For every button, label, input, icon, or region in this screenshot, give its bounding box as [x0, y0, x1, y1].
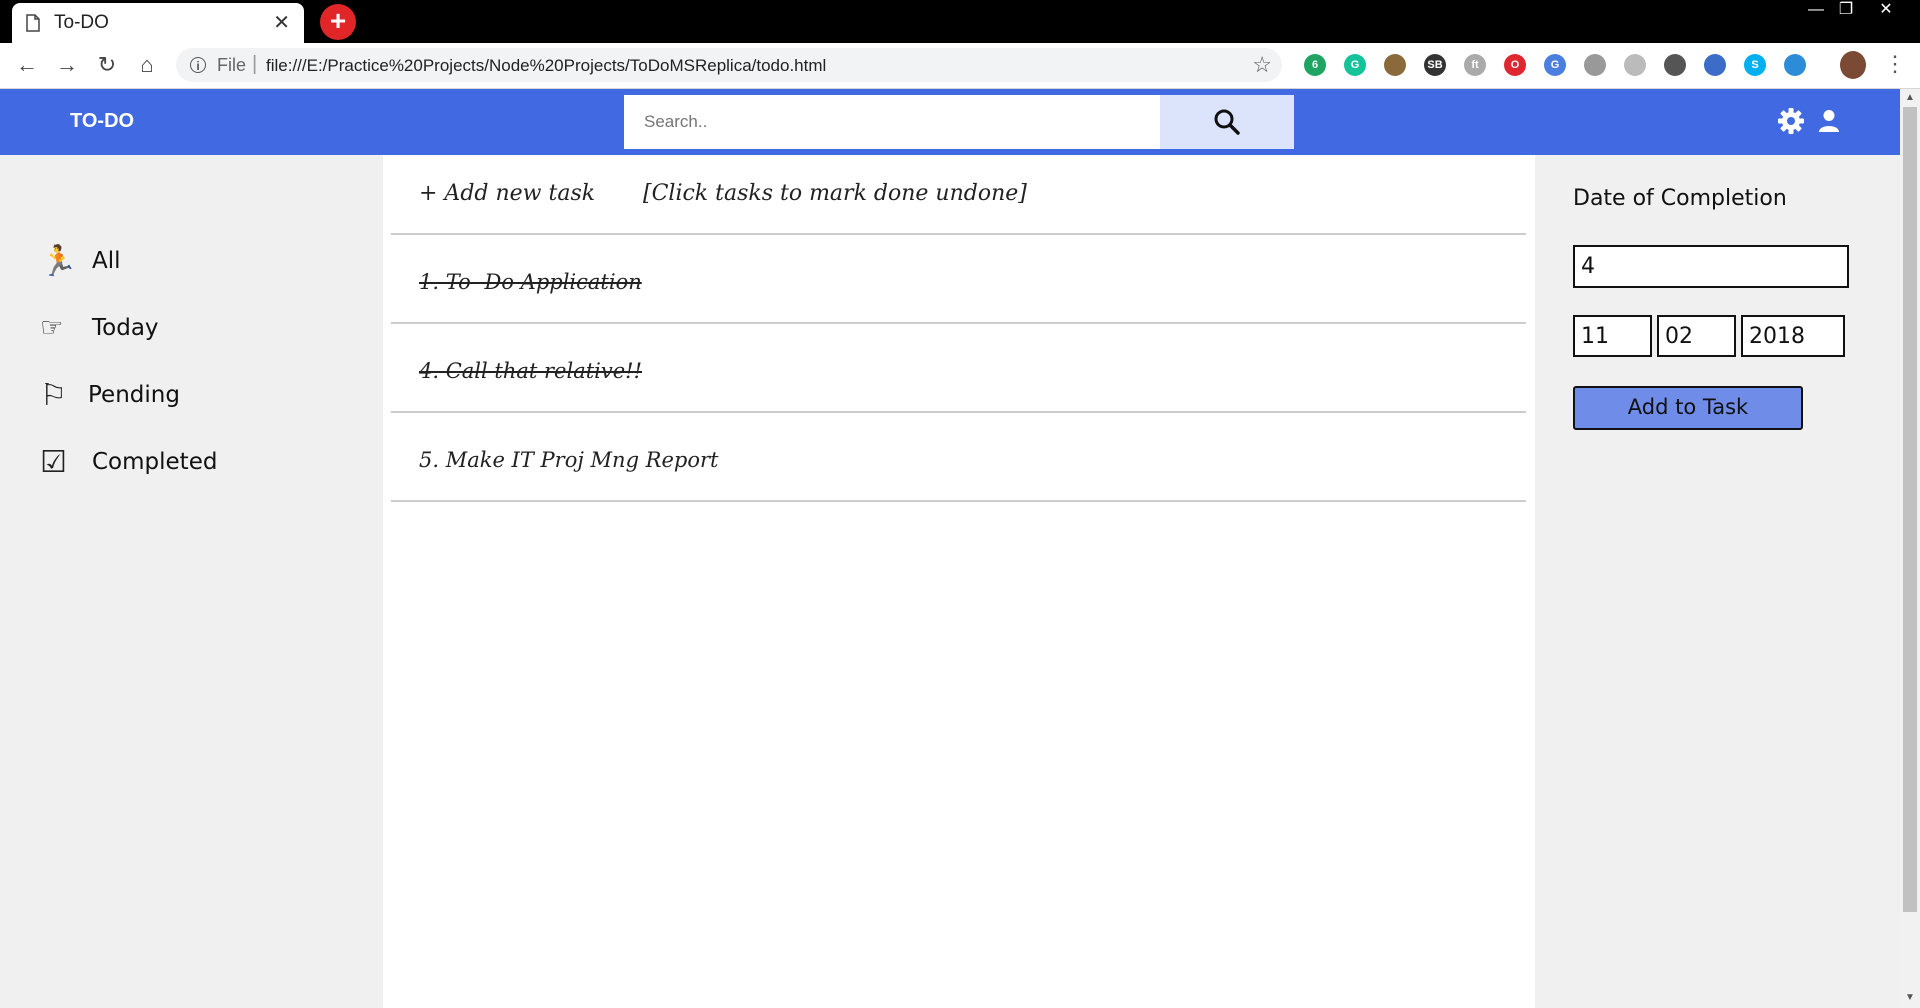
search-button[interactable] [1160, 95, 1294, 149]
task-text: 5. Make IT Proj Mng Report [419, 448, 719, 472]
scroll-up-icon[interactable]: ▲ [1905, 92, 1915, 103]
tab-close-icon[interactable]: ✕ [273, 10, 290, 35]
sidebar-item-all[interactable]: 🏃 All [40, 241, 121, 281]
page-scrollbar[interactable]: ▲ ▼ [1900, 89, 1920, 1008]
pointing-hand-icon: ☞ [40, 313, 64, 343]
browser-titlebar: To-DO ✕ + — ❐ ✕ [0, 0, 1920, 43]
sidebar-item-label: Completed [92, 449, 218, 475]
scroll-down-icon[interactable]: ▼ [1905, 992, 1915, 1003]
day-input[interactable] [1573, 315, 1652, 357]
add-to-task-button[interactable]: Add to Task [1573, 386, 1803, 430]
globe-extension-icon[interactable] [1784, 54, 1806, 76]
sidebar-item-label: All [92, 248, 121, 274]
month-input[interactable] [1657, 315, 1736, 357]
task-item[interactable]: 4. Call that relative!! [391, 324, 1526, 413]
sidebar-item-label: Pending [88, 382, 180, 408]
task-text: 1. To -Do Application [419, 270, 642, 294]
restore-button[interactable]: ❐ [1830, 0, 1862, 22]
checkbox-icon: ☑ [40, 444, 67, 480]
add-task-row: + Add new task [Click tasks to mark done… [391, 155, 1526, 235]
back-button[interactable]: ← [14, 52, 40, 78]
scroll-thumb[interactable] [1903, 107, 1917, 912]
browser-toolbar: ← → ↻ ⌂ i File | file:///E:/Practice%20P… [0, 43, 1920, 89]
task-text: 4. Call that relative!! [419, 359, 643, 383]
plant-extension-icon[interactable] [1384, 54, 1406, 76]
forward-button[interactable]: → [54, 52, 80, 78]
url-text[interactable]: file:///E:/Practice%20Projects/Node%20Pr… [266, 56, 826, 76]
search-icon [1214, 109, 1240, 135]
badge-extension-icon[interactable]: 6 [1304, 54, 1326, 76]
opera-icon[interactable]: O [1504, 54, 1526, 76]
page-icon [26, 14, 40, 32]
skype-icon[interactable]: S [1744, 54, 1766, 76]
sidebar-item-pending[interactable]: ⚐ Pending [40, 375, 180, 415]
url-separator: | [252, 53, 258, 75]
grammarly-icon[interactable]: G [1344, 54, 1366, 76]
url-scheme: File [217, 55, 247, 75]
download-extension-icon[interactable] [1704, 54, 1726, 76]
task-hint: [Click tasks to mark done undone] [643, 181, 1027, 206]
reload-button[interactable]: ↻ [94, 52, 120, 78]
sidebar-item-today[interactable]: ☞ Today [40, 308, 159, 348]
bookmark-star-icon[interactable]: ☆ [1252, 52, 1272, 78]
cast-icon[interactable] [1664, 54, 1686, 76]
add-new-task-link[interactable]: + Add new task [419, 181, 595, 206]
cloud-extension-icon[interactable] [1624, 54, 1646, 76]
sidebar: 🏃 All ☞ Today ⚐ Pending ☑ Completed [0, 155, 383, 1008]
translate-icon[interactable]: G [1544, 54, 1566, 76]
year-input[interactable] [1741, 315, 1845, 357]
task-item[interactable]: 1. To -Do Application [391, 235, 1526, 324]
running-person-icon: 🏃 [40, 243, 78, 279]
cube-extension-icon[interactable] [1584, 54, 1606, 76]
new-tab-button[interactable]: + [320, 4, 356, 40]
home-button[interactable]: ⌂ [134, 52, 160, 78]
flag-icon: ⚐ [40, 377, 67, 413]
browser-menu-icon[interactable]: ⋮ [1884, 51, 1906, 77]
info-icon[interactable]: i [190, 57, 206, 73]
task-id-input[interactable] [1573, 245, 1849, 288]
panel-title: Date of Completion [1573, 186, 1787, 211]
address-bar[interactable]: i File | file:///E:/Practice%20Projects/… [176, 48, 1282, 82]
sb-extension-icon[interactable]: SB [1424, 54, 1446, 76]
sidebar-item-completed[interactable]: ☑ Completed [40, 442, 217, 482]
app-header: TO-DO [0, 89, 1900, 155]
profile-avatar[interactable] [1840, 51, 1866, 79]
browser-tab[interactable]: To-DO ✕ [12, 3, 304, 43]
task-item[interactable]: 5. Make IT Proj Mng Report [391, 413, 1526, 502]
minimize-button[interactable]: — [1800, 0, 1832, 22]
completion-date-panel: Date of Completion Add to Task [1535, 155, 1900, 1008]
window-close-button[interactable]: ✕ [1870, 0, 1902, 22]
font-extension-icon[interactable]: ft [1464, 54, 1486, 76]
tab-title: To-DO [54, 12, 109, 33]
settings-gear-icon[interactable] [1777, 107, 1805, 135]
search-input[interactable] [624, 95, 1160, 149]
app-brand: TO-DO [70, 110, 135, 132]
sidebar-item-label: Today [92, 315, 159, 341]
task-list-panel: + Add new task [Click tasks to mark done… [383, 155, 1535, 1008]
user-profile-icon[interactable] [1818, 109, 1840, 133]
